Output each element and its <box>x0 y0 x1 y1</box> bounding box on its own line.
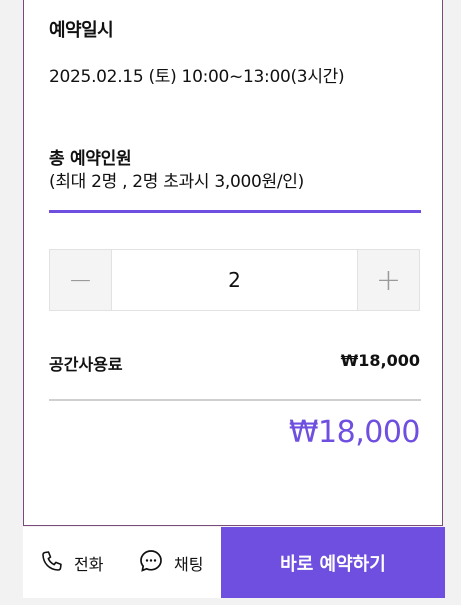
phone-icon <box>40 549 74 577</box>
reservation-panel: 예약일시 2025.02.15 (토) 10:00~13:00(3시간) 총 예… <box>23 0 443 526</box>
people-limit-note: (최대 2명 , 2명 초과시 3,000원/인) <box>49 172 304 192</box>
call-label: 전화 <box>74 554 104 574</box>
people-stepper: − 2 + <box>49 249 420 311</box>
chat-label: 채팅 <box>174 554 204 574</box>
reservation-date-value: 2025.02.15 (토) 10:00~13:00(3시간) <box>49 67 345 87</box>
people-count: 2 <box>228 268 241 292</box>
chat-bubble-icon <box>138 548 174 578</box>
space-fee-value: ₩18,000 <box>340 351 420 370</box>
total-price: ₩18,000 <box>288 415 421 450</box>
call-button[interactable]: 전화 <box>40 527 103 598</box>
accent-divider <box>49 210 421 213</box>
bottom-action-bar: 전화 채팅 바로 예약하기 <box>23 527 445 598</box>
decrement-button[interactable]: − <box>50 250 112 310</box>
reserve-now-button[interactable]: 바로 예약하기 <box>221 527 445 598</box>
total-people-label: 총 예약인원 <box>49 149 132 169</box>
price-divider <box>49 399 421 401</box>
space-fee-label: 공간사용료 <box>49 355 123 374</box>
increment-button[interactable]: + <box>357 250 419 310</box>
reservation-date-label: 예약일시 <box>49 20 114 41</box>
chat-button[interactable]: 채팅 <box>138 527 203 598</box>
